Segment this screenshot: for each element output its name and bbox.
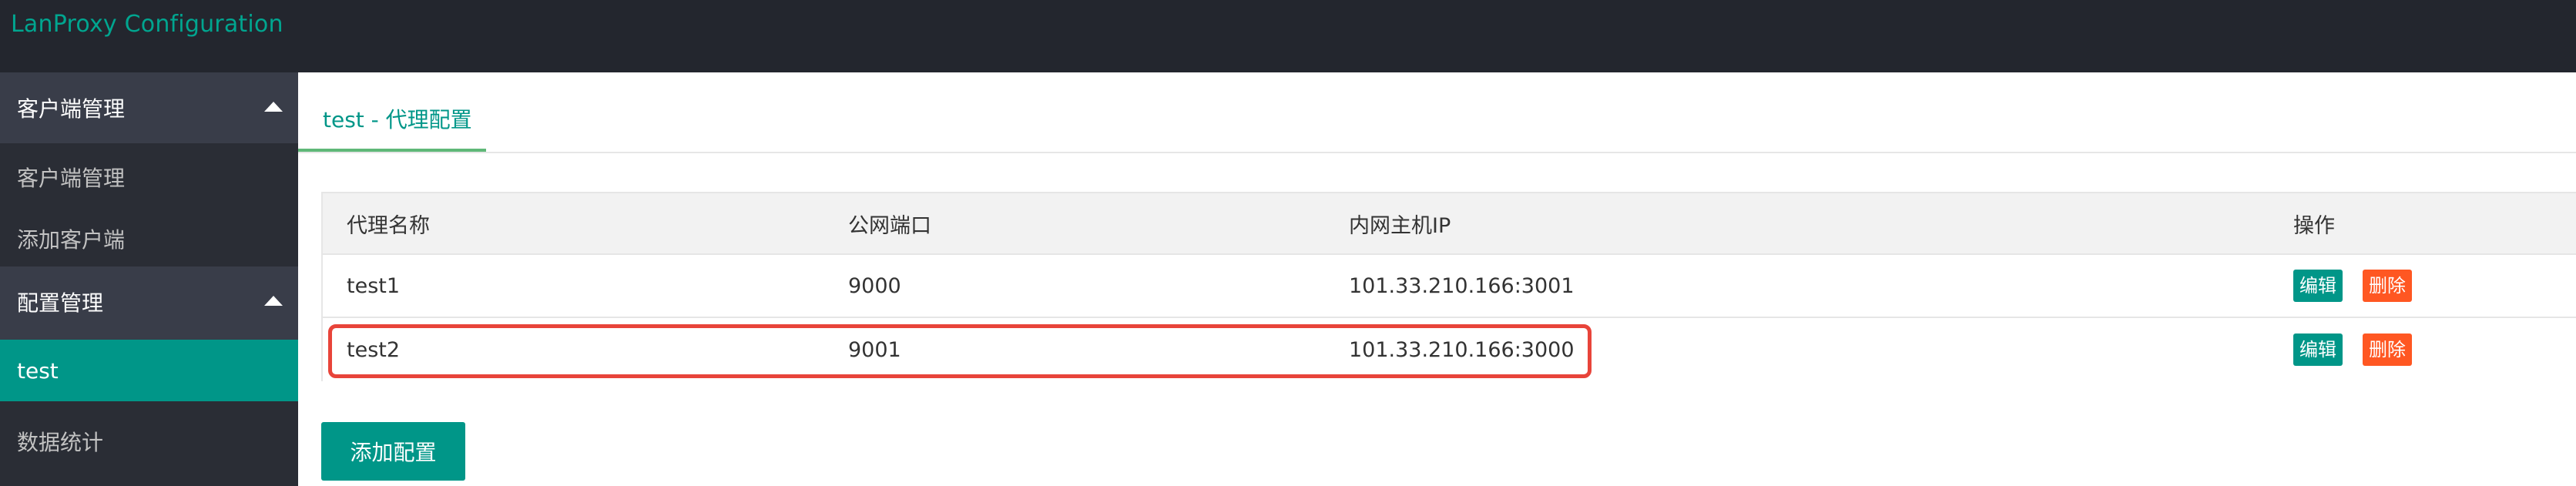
delete-button[interactable]: 删除 [2363,270,2412,302]
sidebar-submenu-config: test 数据统计 [0,340,298,486]
sidebar-item-label: 客户端管理 [17,166,126,191]
sidebar-group-client-management[interactable]: 客户端管理 [0,72,298,143]
table-header-row: 代理名称 公网端口 内网主机IP 操作 [323,193,2576,255]
tab-label: test - 代理配置 [323,107,472,132]
sidebar-group-label: 客户端管理 [17,96,126,122]
sidebar: 客户端管理 客户端管理 添加客户端 配置管理 test 数据统计 [0,72,298,486]
column-header-proxy-name: 代理名称 [347,213,430,238]
sidebar-item-client-management[interactable]: 客户端管理 [0,143,298,205]
sidebar-item-label: 添加客户端 [17,227,126,253]
cell-actions: 编辑 删除 [2293,255,2432,317]
column-header-actions: 操作 [2293,213,2335,238]
main-content: test - 代理配置 代理名称 公网端口 内网主机IP 操作 test1 90… [298,72,2576,486]
sidebar-group-label: 配置管理 [17,290,104,316]
sidebar-item-add-client[interactable]: 添加客户端 [0,205,298,266]
caret-up-icon [264,102,283,112]
column-header-public-port: 公网端口 [848,213,931,238]
sidebar-item-label: test [17,358,59,384]
cell-public-port: 9000 [848,273,901,298]
sidebar-group-config-management[interactable]: 配置管理 [0,266,298,337]
sidebar-item-statistics[interactable]: 数据统计 [0,401,298,463]
app-title: LanProxy Configuration [11,11,283,38]
proxy-table: 代理名称 公网端口 内网主机IP 操作 test1 9000 101.33.21… [321,192,2576,381]
delete-button[interactable]: 删除 [2363,333,2412,366]
table-row: test1 9000 101.33.210.166:3001 编辑 删除 [323,255,2576,318]
tab-proxy-config[interactable]: test - 代理配置 [298,72,486,152]
cell-actions: 编辑 删除 [2293,318,2432,381]
cell-proxy-name: test2 [347,337,401,362]
sidebar-item-test[interactable]: test [0,340,298,401]
cell-public-port: 9001 [848,337,901,362]
tab-bar: test - 代理配置 [298,72,2576,153]
cell-internal-host: 101.33.210.166:3001 [1349,273,1575,298]
table-row: test2 9001 101.33.210.166:3000 编辑 删除 [323,318,2576,381]
caret-up-icon [264,296,283,306]
column-header-internal-host: 内网主机IP [1349,213,1451,238]
edit-button[interactable]: 编辑 [2293,270,2343,302]
sidebar-submenu-client: 客户端管理 添加客户端 [0,143,298,266]
top-header: LanProxy Configuration [0,0,2576,72]
edit-button[interactable]: 编辑 [2293,333,2343,366]
add-config-button[interactable]: 添加配置 [321,422,465,481]
cell-internal-host: 101.33.210.166:3000 [1349,337,1575,362]
cell-proxy-name: test1 [347,273,401,298]
sidebar-item-label: 数据统计 [17,430,104,455]
